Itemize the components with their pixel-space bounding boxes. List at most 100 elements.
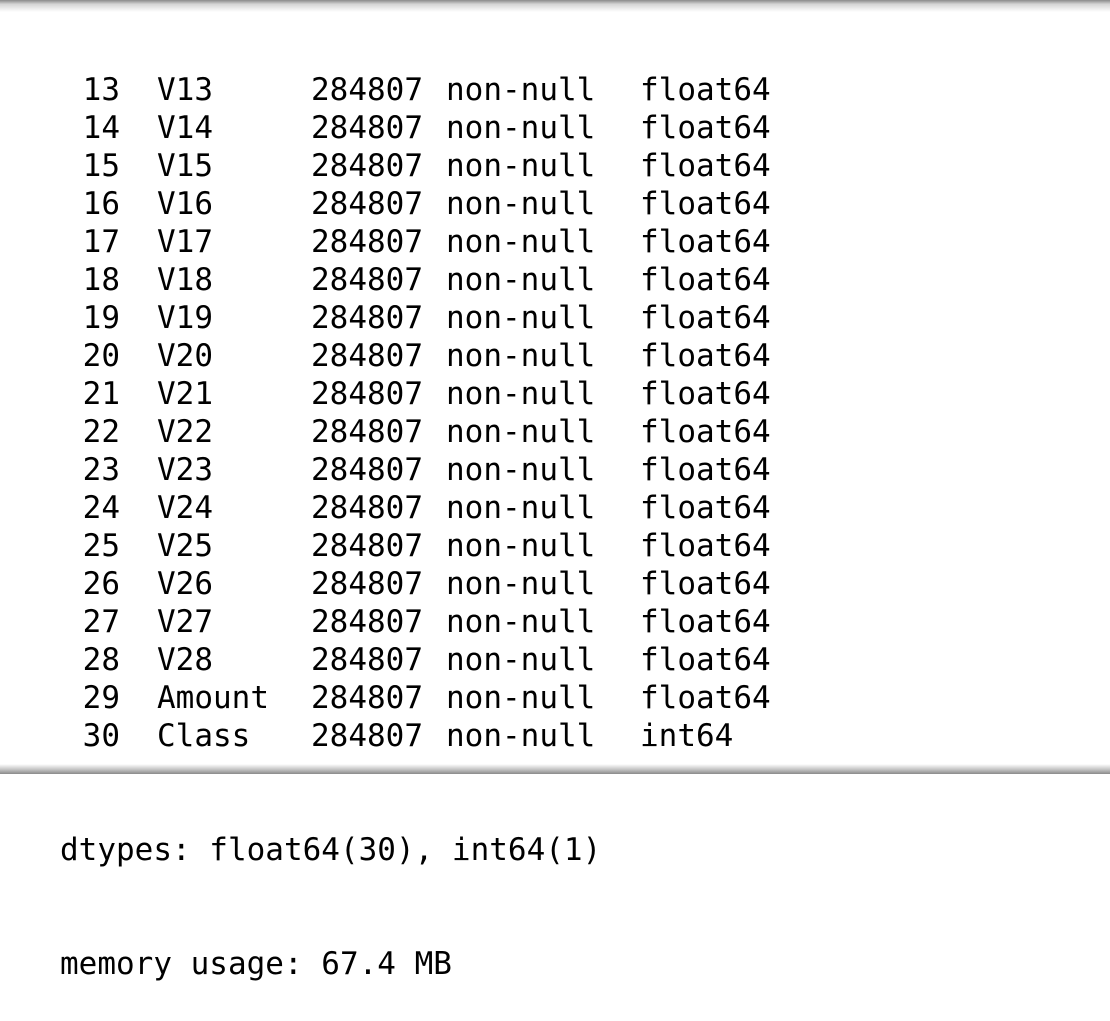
row-nonnull-label: non-null (446, 186, 596, 222)
row-dtype: int64 (640, 718, 734, 754)
row-index: 14 (82, 110, 120, 146)
table-row: 17 V17 284807 non-null float64 (0, 223, 1110, 261)
row-column-name: V23 (157, 452, 213, 488)
row-index: 28 (82, 642, 120, 678)
row-count: 284807 (311, 300, 423, 336)
row-index: 13 (82, 72, 120, 108)
row-index: 18 (82, 262, 120, 298)
row-index: 22 (82, 414, 120, 450)
memory-usage-summary: memory usage: 67.4 MB (60, 946, 452, 982)
row-nonnull-label: non-null (446, 452, 596, 488)
row-dtype: float64 (640, 300, 771, 336)
row-nonnull-label: non-null (446, 566, 596, 602)
row-nonnull-label: non-null (446, 680, 596, 716)
row-dtype: float64 (640, 680, 771, 716)
row-count: 284807 (311, 566, 423, 602)
row-nonnull-label: non-null (446, 262, 596, 298)
row-column-name: Amount (157, 680, 269, 716)
table-row: 16 V16 284807 non-null float64 (0, 185, 1110, 223)
row-column-name: V25 (157, 528, 213, 564)
row-index: 24 (82, 490, 120, 526)
table-row: 25 V25 284807 non-null float64 (0, 527, 1110, 565)
table-row: 13 V13 284807 non-null float64 (0, 71, 1110, 109)
row-count: 284807 (311, 262, 423, 298)
row-nonnull-label: non-null (446, 376, 596, 412)
bottom-edge-shadow (0, 764, 1110, 774)
table-row: 22 V22 284807 non-null float64 (0, 413, 1110, 451)
row-nonnull-label: non-null (446, 72, 596, 108)
row-index: 21 (82, 376, 120, 412)
row-column-name: V19 (157, 300, 213, 336)
table-row: 30 Class 284807 non-null int64 (0, 717, 1110, 755)
row-count: 284807 (311, 490, 423, 526)
row-dtype: float64 (640, 262, 771, 298)
row-dtype: float64 (640, 566, 771, 602)
row-count: 284807 (311, 414, 423, 450)
row-dtype: float64 (640, 186, 771, 222)
dataframe-info-output: 13 V13 284807 non-null float64 14 V14 284807 non… (0, 0, 1110, 1021)
table-row: 26 V26 284807 non-null float64 (0, 565, 1110, 603)
row-nonnull-label: non-null (446, 642, 596, 678)
row-index: 26 (82, 566, 120, 602)
row-index: 15 (82, 148, 120, 184)
row-nonnull-label: non-null (446, 604, 596, 640)
row-count: 284807 (311, 718, 423, 754)
row-count: 284807 (311, 338, 423, 374)
table-row: 15 V15 284807 non-null float64 (0, 147, 1110, 185)
row-count: 284807 (311, 642, 423, 678)
row-dtype: float64 (640, 528, 771, 564)
row-count: 284807 (311, 72, 423, 108)
row-nonnull-label: non-null (446, 110, 596, 146)
row-nonnull-label: non-null (446, 414, 596, 450)
table-row: 29 Amount 284807 non-null float64 (0, 679, 1110, 717)
row-count: 284807 (311, 452, 423, 488)
row-count: 284807 (311, 528, 423, 564)
row-count: 284807 (311, 604, 423, 640)
row-column-name: V24 (157, 490, 213, 526)
row-column-name: V18 (157, 262, 213, 298)
row-count: 284807 (311, 148, 423, 184)
row-dtype: float64 (640, 604, 771, 640)
row-column-name: Class (157, 718, 251, 754)
row-dtype: float64 (640, 72, 771, 108)
row-nonnull-label: non-null (446, 148, 596, 184)
row-dtype: float64 (640, 452, 771, 488)
row-nonnull-label: non-null (446, 224, 596, 260)
row-dtype: float64 (640, 148, 771, 184)
row-dtype: float64 (640, 338, 771, 374)
row-dtype: float64 (640, 642, 771, 678)
row-count: 284807 (311, 224, 423, 260)
row-nonnull-label: non-null (446, 528, 596, 564)
dtypes-summary: dtypes: float64(30), int64(1) (60, 832, 602, 868)
row-column-name: V17 (157, 224, 213, 260)
row-column-name: V26 (157, 566, 213, 602)
row-index: 25 (82, 528, 120, 564)
row-nonnull-label: non-null (446, 718, 596, 754)
row-column-name: V28 (157, 642, 213, 678)
row-nonnull-label: non-null (446, 338, 596, 374)
top-edge-shadow (0, 0, 1110, 12)
row-count: 284807 (311, 680, 423, 716)
row-column-name: V16 (157, 186, 213, 222)
row-index: 17 (82, 224, 120, 260)
row-index: 27 (82, 604, 120, 640)
row-nonnull-label: non-null (446, 490, 596, 526)
row-index: 19 (82, 300, 120, 336)
row-column-name: V14 (157, 110, 213, 146)
row-dtype: float64 (640, 110, 771, 146)
row-dtype: float64 (640, 376, 771, 412)
row-nonnull-label: non-null (446, 300, 596, 336)
table-row: 21 V21 284807 non-null float64 (0, 375, 1110, 413)
row-dtype: float64 (640, 490, 771, 526)
row-column-name: V13 (157, 72, 213, 108)
row-index: 30 (82, 718, 120, 754)
row-column-name: V20 (157, 338, 213, 374)
table-row: 18 V18 284807 non-null float64 (0, 261, 1110, 299)
row-column-name: V27 (157, 604, 213, 640)
row-index: 20 (82, 338, 120, 374)
table-row: 14 V14 284807 non-null float64 (0, 109, 1110, 147)
row-count: 284807 (311, 186, 423, 222)
row-index: 16 (82, 186, 120, 222)
row-count: 284807 (311, 376, 423, 412)
table-row: 23 V23 284807 non-null float64 (0, 451, 1110, 489)
